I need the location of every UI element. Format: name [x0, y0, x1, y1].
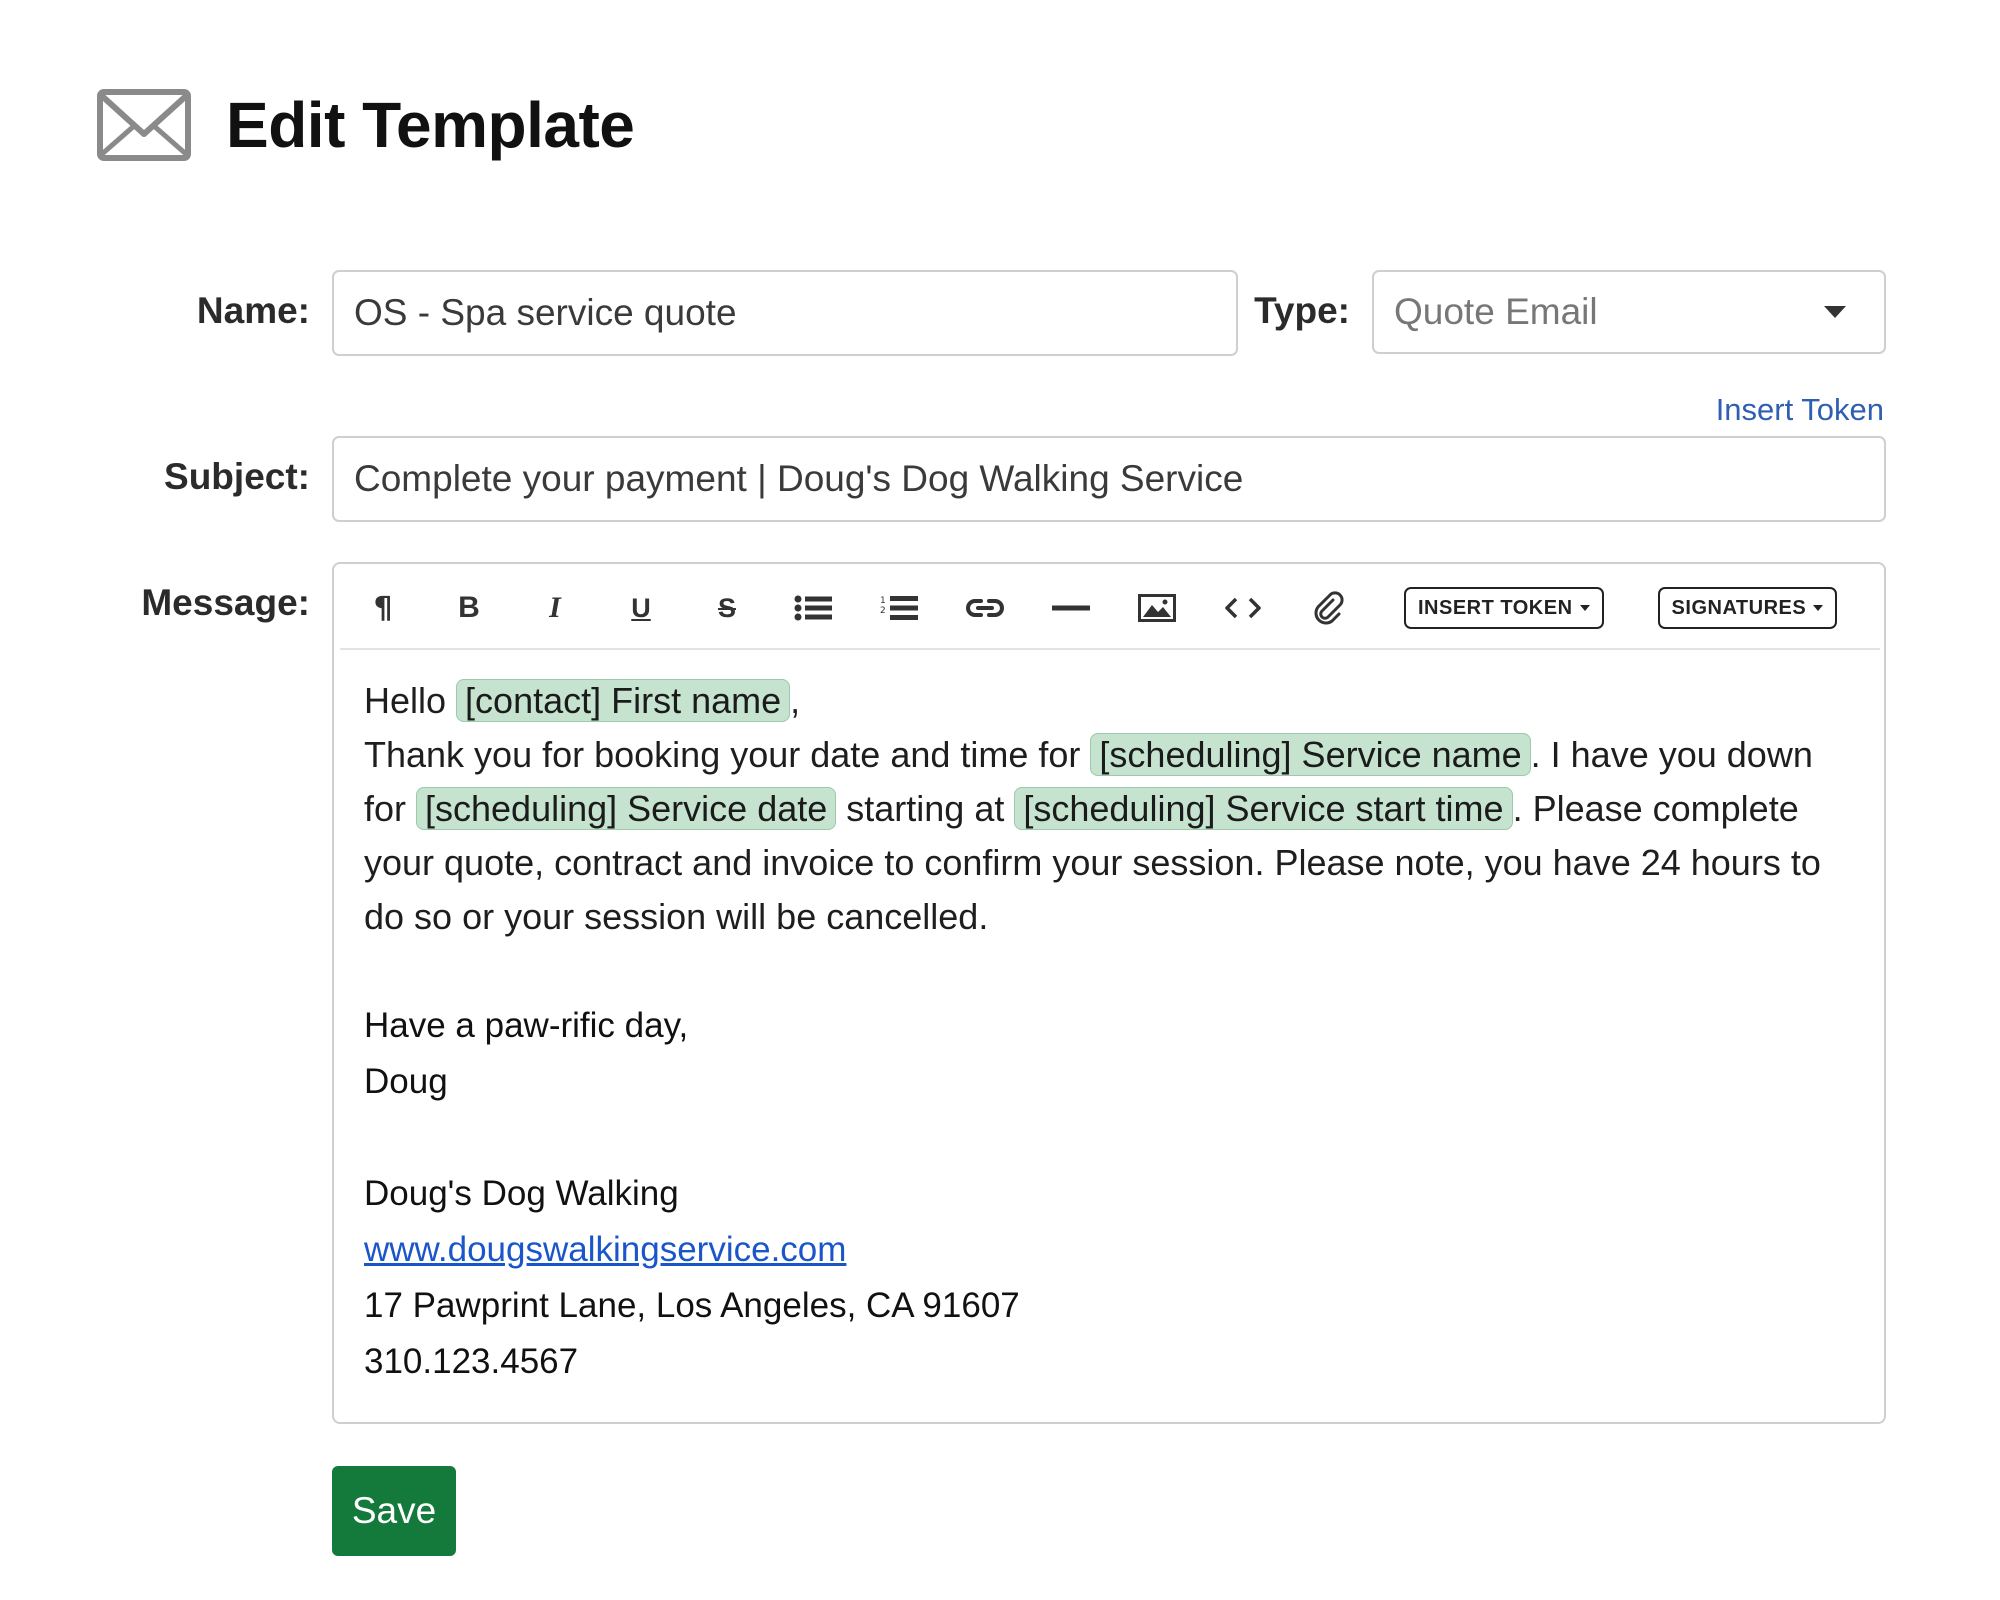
numbered-list-button[interactable]: 1 2	[856, 578, 942, 638]
chevron-down-icon	[1824, 306, 1846, 318]
token-contact-first-name[interactable]: [contact] First name	[456, 679, 791, 722]
attachment-button[interactable]	[1286, 578, 1372, 638]
bold-button[interactable]: B	[426, 578, 512, 638]
edit-template-page: Edit Template Name: OS - Spa service quo…	[0, 0, 2000, 1600]
type-label: Type:	[1254, 290, 1350, 331]
bold-icon: B	[458, 591, 480, 624]
name-label: Name:	[196, 290, 310, 331]
greeting-text: Hello	[364, 680, 457, 721]
greeting-punct: ,	[790, 680, 801, 721]
signatures-dropdown-label: SIGNATURES	[1671, 596, 1807, 619]
name-input-value: OS - Spa service quote	[354, 292, 737, 333]
link-icon	[966, 599, 1004, 617]
envelope-icon	[97, 89, 191, 161]
message-text: starting at	[836, 788, 1015, 829]
editor-content[interactable]: Hello [contact] First name, Thank you fo…	[364, 674, 1854, 1390]
strikethrough-button[interactable]: S	[684, 578, 770, 638]
strikethrough-icon: S	[717, 592, 736, 623]
image-icon	[1138, 594, 1176, 622]
signatures-dropdown[interactable]: SIGNATURES	[1657, 587, 1838, 629]
website-link[interactable]: www.dougswalkingservice.com	[364, 1230, 846, 1269]
token-service-name[interactable]: [scheduling] Service name	[1090, 733, 1531, 776]
paragraph-button[interactable]: ¶	[340, 578, 426, 638]
paragraph-icon: ¶	[373, 590, 393, 626]
type-select-value: Quote Email	[1394, 291, 1598, 332]
message-paragraph: Thank you for booking your date and time…	[364, 728, 1854, 944]
caret-down-icon	[1813, 605, 1824, 611]
bullet-list-button[interactable]	[770, 578, 856, 638]
insert-token-link[interactable]: Insert Token	[1716, 392, 1884, 428]
bullet-list-icon	[794, 595, 832, 621]
token-service-date[interactable]: [scheduling] Service date	[416, 787, 837, 830]
greeting-line: Hello [contact] First name,	[364, 674, 1854, 728]
message-label: Message:	[141, 582, 310, 623]
subject-input[interactable]: Complete your payment | Doug's Dog Walki…	[332, 436, 1886, 522]
horizontal-rule-icon	[1052, 605, 1090, 611]
attachment-icon	[1314, 591, 1344, 625]
image-button[interactable]	[1114, 578, 1200, 638]
svg-text:1: 1	[880, 596, 886, 606]
underline-button[interactable]: U	[598, 578, 684, 638]
token-service-start-time[interactable]: [scheduling] Service start time	[1014, 787, 1513, 830]
address-line: 17 Pawprint Lane, Los Angeles, CA 91607	[364, 1286, 1020, 1325]
name-input[interactable]: OS - Spa service quote	[332, 270, 1238, 356]
numbered-list-icon: 1 2	[880, 596, 918, 620]
caret-down-icon	[1579, 605, 1590, 611]
editor-toolbar: ¶ B I U S 1 2 INSERT TOKEN SIGNATURES	[340, 568, 1880, 650]
message-editor[interactable]: ¶ B I U S 1 2 INSERT TOKEN SIGNATURES He…	[332, 562, 1886, 1424]
website-line: www.dougswalkingservice.com	[364, 1222, 1854, 1278]
insert-token-dropdown-label: INSERT TOKEN	[1418, 596, 1573, 619]
subject-input-value: Complete your payment | Doug's Dog Walki…	[354, 458, 1244, 499]
page-header: Edit Template	[96, 88, 635, 162]
underline-icon: U	[631, 592, 651, 623]
subject-label: Subject:	[164, 456, 310, 497]
type-select[interactable]: Quote Email	[1372, 270, 1886, 354]
sender-name: Doug	[364, 1062, 448, 1101]
page-title: Edit Template	[226, 89, 635, 161]
business-name: Doug's Dog Walking	[364, 1174, 679, 1213]
message-text: Thank you for booking your date and time…	[364, 734, 1091, 775]
save-button[interactable]: Save	[332, 1466, 456, 1556]
code-button[interactable]	[1200, 578, 1286, 638]
code-icon	[1225, 597, 1261, 619]
italic-button[interactable]: I	[512, 578, 598, 638]
closing-line: Have a paw-rific day,	[364, 1006, 689, 1045]
italic-icon: I	[549, 591, 561, 624]
horizontal-rule-button[interactable]	[1028, 578, 1114, 638]
svg-text:2: 2	[880, 606, 886, 616]
link-button[interactable]	[942, 578, 1028, 638]
phone-line: 310.123.4567	[364, 1342, 579, 1381]
insert-token-dropdown[interactable]: INSERT TOKEN	[1404, 587, 1604, 629]
